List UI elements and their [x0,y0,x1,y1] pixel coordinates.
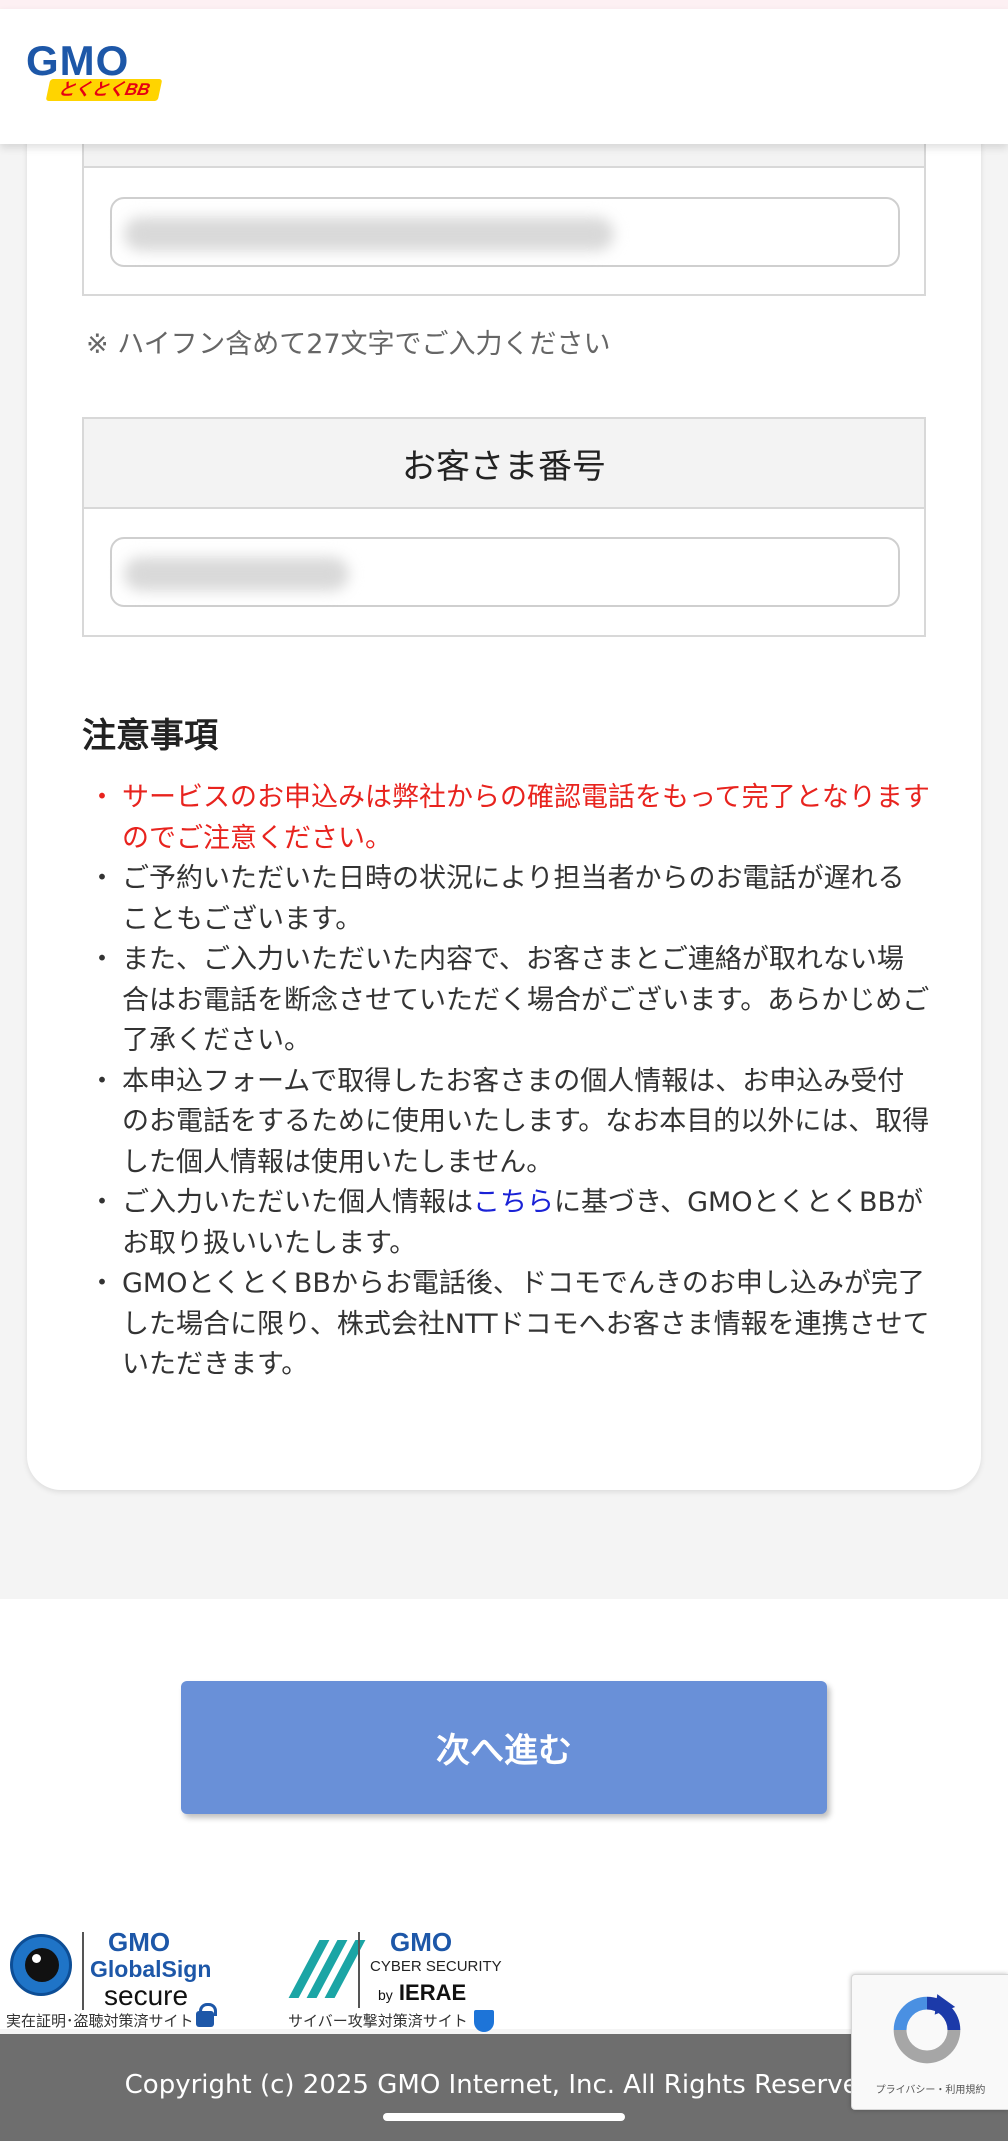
badge-vendor: by IERAE [378,1980,467,2005]
ierae-stripes-icon [288,1940,366,1998]
shield-check-icon [474,2010,494,2032]
field-1-input[interactable] [110,197,900,267]
badge-name: GlobalSign [90,1956,212,1982]
logo-sub-text: とくとくBB [45,79,163,101]
recaptcha-icon [893,1994,961,2064]
field-box-1 [82,120,926,296]
lock-icon [196,2003,217,2027]
redacted-value [124,557,349,591]
customer-number-input[interactable] [110,537,900,607]
note-item-warning: サービスのお申込みは弊社からの確認電話をもって完了となりますのでご注意ください。 [82,778,930,859]
note-item: また、ご入力いただいた内容で、お客さまとご連絡が取れない場合はお電話を断念させて… [82,940,930,1062]
notes-title: 注意事項 [82,716,218,756]
redacted-value [124,217,614,251]
recaptcha-badge[interactable]: プライバシー・利用規約 [851,1974,1008,2110]
badge-name: CYBER SECURITY [370,1958,502,1975]
note-item: ご予約いただいた日時の状況により担当者からのお電話が遅れることもございます。 [82,859,930,940]
field-box-2: お客さま番号 [82,417,926,637]
note-item: 本申込フォームで取得したお客さまの個人情報は、お申込み受付のお電話をするために使… [82,1062,930,1184]
badge-caption: サイバー攻撃対策済サイト [288,2012,468,2030]
recaptcha-legal-links[interactable]: プライバシー・利用規約 [852,2081,1008,2096]
globalsign-badge[interactable]: GMO GlobalSign secure 実在証明･盗聴対策済サイト [0,1928,220,2032]
notes-list: サービスのお申込みは弊社からの確認電話をもって完了となりますのでご注意ください。… [82,778,930,1386]
globalsign-eye-icon [10,1934,72,1996]
note-text: GMOとくとくBBからお電話後、ドコモでんきのお申し込みが完了した場合に限り、株… [122,1268,930,1380]
top-strip [0,0,1008,9]
note-text: ご入力いただいた個人情報は [122,1187,473,1218]
logo-main-text: GMO [26,37,130,84]
badge-brand: GMO [390,1927,453,1957]
badge-secure-text: secure [104,1980,189,2011]
field-2-heading: お客さま番号 [84,419,924,509]
cybersecurity-badge[interactable]: GMO CYBER SECURITY by IERAE サイバー攻撃対策済サイト [286,1928,506,2032]
badge-divider [358,1932,360,2008]
badge-divider [82,1932,84,2010]
note-text: ご予約いただいた日時の状況により担当者からのお電話が遅れることもございます。 [122,863,905,935]
note-text: サービスのお申込みは弊社からの確認電話をもって完了となりますのでご注意ください。 [122,782,930,854]
home-indicator[interactable] [383,2113,625,2121]
privacy-policy-link[interactable]: こちら [473,1187,554,1218]
next-button[interactable]: 次へ進む [181,1681,827,1814]
note-item: ご入力いただいた個人情報はこちらに基づき、GMOとくとくBBがお取り扱いいたしま… [82,1183,930,1264]
badge-brand: GMO [108,1927,171,1957]
note-text: 本申込フォームで取得したお客さまの個人情報は、お申込み受付のお電話をするために使… [122,1065,930,1178]
field-1-hint: ※ ハイフン含めて27文字でご入力ください [86,329,611,360]
note-item: GMOとくとくBBからお電話後、ドコモでんきのお申し込みが完了した場合に限り、株… [82,1264,930,1386]
note-text: また、ご入力いただいた内容で、お客さまとご連絡が取れない場合はお電話を断念させて… [122,944,930,1056]
gmo-tokutoku-bb-logo[interactable]: GMO とくとくBB [26,39,166,101]
site-header: GMO とくとくBB [0,9,1008,144]
badge-caption: 実在証明･盗聴対策済サイト [6,2012,194,2030]
